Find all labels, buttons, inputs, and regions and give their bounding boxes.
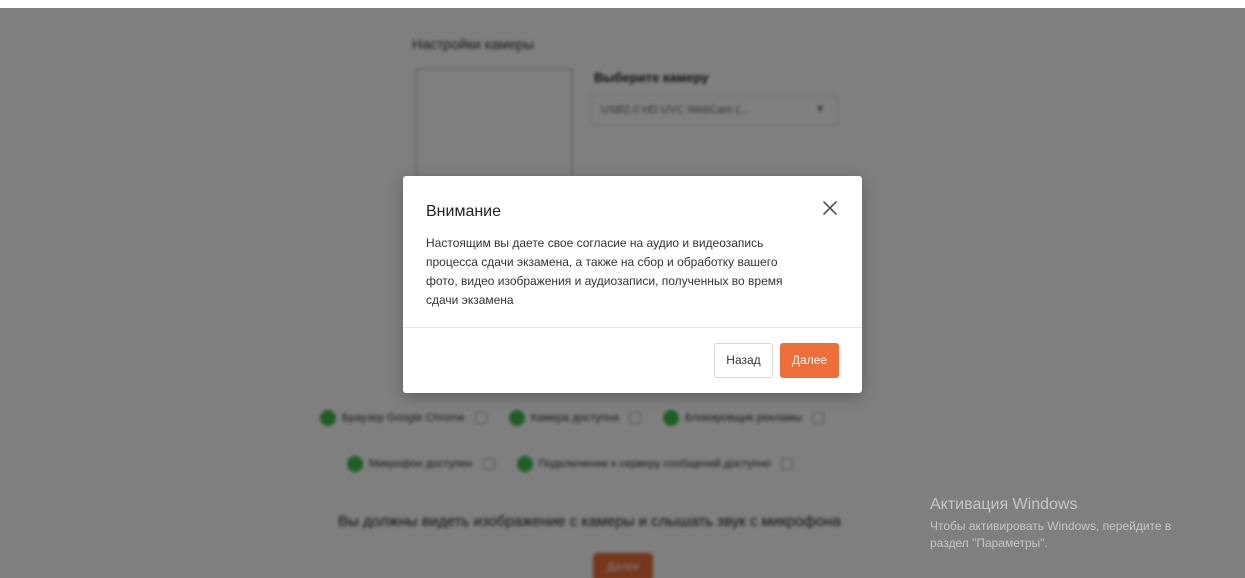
modal-body-line: фото, видео изображения и аудиозаписи, п… (426, 274, 783, 288)
watermark-title: Активация Windows (930, 496, 1078, 513)
consent-modal: Внимание Настоящим вы даете свое согласи… (403, 176, 862, 393)
modal-body-line: Настоящим вы даете свое согласие на ауди… (426, 236, 764, 250)
modal-title: Внимание (426, 203, 502, 220)
next-button[interactable]: Далее (780, 343, 839, 378)
top-strip (0, 0, 1245, 8)
modal-body-line: процесса сдачи экзамена, а также на сбор… (426, 255, 778, 269)
windows-activation-watermark: Активация Windows Чтобы активировать Win… (930, 496, 1171, 552)
watermark-line-1: Чтобы активировать Windows, перейдите в (930, 519, 1172, 533)
modal-body-line: сдачи экзамена (426, 293, 514, 307)
watermark-line-2: раздел "Параметры". (930, 536, 1048, 550)
back-button[interactable]: Назад (714, 343, 773, 378)
modal-divider (403, 327, 862, 328)
close-icon[interactable] (820, 198, 840, 218)
modal-body: Настоящим вы даете свое согласие на ауди… (426, 234, 836, 310)
